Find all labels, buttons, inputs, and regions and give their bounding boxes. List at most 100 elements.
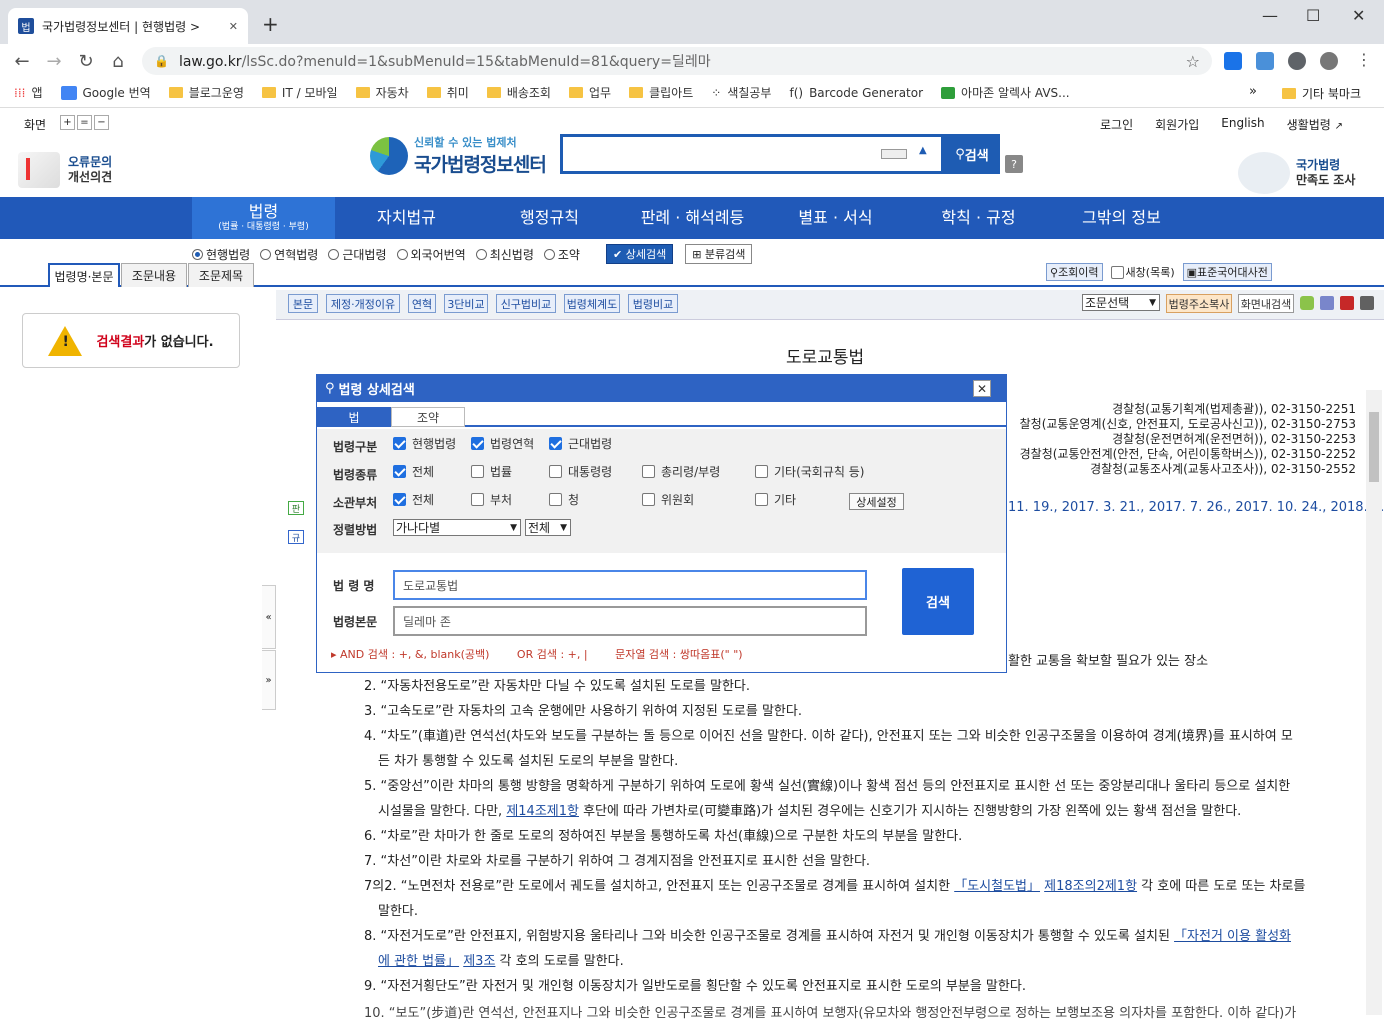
checkbox-law-history[interactable]: 법령연혁 xyxy=(471,435,534,452)
law-compare-button[interactable]: 법령비교 xyxy=(628,294,678,313)
article-18-2-link[interactable]: 제18조의2제1항 xyxy=(1044,879,1137,894)
sort-method-select[interactable]: 가나다별 ▼ xyxy=(393,519,521,536)
collapse-left-handle[interactable]: « xyxy=(262,585,276,649)
s-extension-icon[interactable] xyxy=(1256,52,1274,70)
profile-avatar[interactable] xyxy=(1320,52,1338,70)
checkbox-kind-ministerial[interactable]: 총리령/부령 xyxy=(642,463,720,480)
checkbox-current-law[interactable]: 현행법령 xyxy=(393,435,456,452)
amend-reason-button[interactable]: 제정·개정이유 xyxy=(326,294,400,313)
tab-article-content[interactable]: 조문내용 xyxy=(121,263,187,287)
tab-close-icon[interactable]: ✕ xyxy=(229,20,238,33)
category-search-button[interactable]: ⊞ 분류검색 xyxy=(685,244,753,264)
search-help-button[interactable]: ? xyxy=(1005,155,1023,173)
close-window-button[interactable]: ✕ xyxy=(1352,6,1365,25)
dropdown-up-icon[interactable]: ▲ xyxy=(919,145,927,156)
bookmark-google-translate[interactable]: Google 번역 xyxy=(60,84,151,101)
bookmark-folder[interactable]: 자동차 xyxy=(355,84,409,101)
law-structure-button[interactable]: 법령체계도 xyxy=(564,294,620,313)
forward-arrow-icon[interactable]: → xyxy=(38,51,70,72)
life-law-link[interactable]: 생활법령 ↗ xyxy=(1287,116,1343,133)
bookmark-folder[interactable]: 취미 xyxy=(426,84,469,101)
tab-treaty[interactable]: 조약 xyxy=(391,407,465,427)
checkbox-dept-ministry[interactable]: 부처 xyxy=(471,491,512,508)
checkbox-modern-law[interactable]: 근대법령 xyxy=(549,435,612,452)
other-bookmarks-folder[interactable]: 기타 북마크 xyxy=(1282,85,1361,102)
bookmark-alexa[interactable]: 아마존 알렉사 AVS... xyxy=(941,84,1070,101)
zoom-in-button[interactable]: + xyxy=(60,115,75,130)
home-icon[interactable]: ⌂ xyxy=(102,51,134,72)
menu-kebab-icon[interactable]: ⋮ xyxy=(1356,50,1372,69)
reload-icon[interactable]: ↻ xyxy=(70,51,102,72)
bookmark-folder[interactable]: 배송조회 xyxy=(486,84,551,101)
dialog-search-button[interactable]: 검색 xyxy=(902,568,974,635)
minimize-button[interactable]: — xyxy=(1262,6,1278,25)
nav-precedent[interactable]: 판례 · 해석례등 xyxy=(621,197,764,239)
checkbox-kind-presidential[interactable]: 대통령령 xyxy=(549,463,612,480)
signup-link[interactable]: 회원가입 xyxy=(1155,116,1199,133)
checkbox-dept-agency[interactable]: 청 xyxy=(549,491,579,508)
body-button[interactable]: 본문 xyxy=(288,294,318,313)
detail-search-button[interactable]: ✔ 상세검색 xyxy=(605,244,674,264)
bookmark-folder[interactable]: 클립아트 xyxy=(629,84,693,101)
urban-rail-law-link[interactable]: 「도시철도법」 xyxy=(954,879,1040,894)
sort-scope-select[interactable]: 전체 ▼ xyxy=(525,519,571,536)
history-button[interactable]: 연혁 xyxy=(408,294,436,313)
rule-badge[interactable]: 규 xyxy=(288,530,304,544)
download-extension-icon[interactable] xyxy=(1224,52,1242,70)
bike-law-link[interactable]: 에 관한 법률」 xyxy=(378,954,459,969)
tab-law[interactable]: 법 xyxy=(317,407,391,427)
english-link[interactable]: English xyxy=(1221,116,1264,133)
page-scrollbar[interactable] xyxy=(1366,390,1382,1015)
bookmarks-overflow-button[interactable]: » xyxy=(1249,84,1257,99)
bookmark-star-icon[interactable]: ☆ xyxy=(1186,52,1200,71)
bookmark-add-icon[interactable] xyxy=(1300,296,1314,310)
bookmark-apps[interactable]: ⁞⁞⁞ 앱 xyxy=(14,84,43,101)
bookmark-coloring[interactable]: ⁘ 색칠공부 xyxy=(711,84,771,101)
article-select[interactable]: 조문선택 ▼ xyxy=(1082,294,1160,311)
article-3-link[interactable]: 제3조 xyxy=(463,954,495,969)
old-new-compare-button[interactable]: 신구법비교 xyxy=(496,294,556,313)
print-icon[interactable] xyxy=(1360,296,1374,310)
radio-treaty[interactable]: 조약 xyxy=(543,246,580,263)
address-bar[interactable]: 🔒 law.go.kr/lsSc.do?menuId=1&subMenuId=1… xyxy=(142,47,1212,75)
new-tab-button[interactable]: + xyxy=(262,12,279,36)
radio-foreign-translation[interactable]: 외국어번역 xyxy=(396,246,466,263)
law-body-input[interactable]: 딜레마 존 xyxy=(393,606,867,636)
bike-law-link[interactable]: 「자전거 이용 활성화 xyxy=(1174,929,1291,944)
zoom-reset-button[interactable]: = xyxy=(77,115,92,130)
tab-article-title[interactable]: 조문제목 xyxy=(188,263,254,287)
detail-setting-button[interactable]: 상세설정 xyxy=(849,493,904,510)
law-name-input[interactable]: 도로교통법 xyxy=(393,570,867,600)
radio-history-law[interactable]: 연혁법령 xyxy=(260,246,318,263)
survey-banner[interactable]: 국가법령 만족도 조사 xyxy=(1238,152,1355,194)
bookmark-folder[interactable]: 업무 xyxy=(568,84,611,101)
feedback-banner[interactable]: 오류문의 개선의견 xyxy=(18,152,112,188)
checkbox-dept-all[interactable]: 전체 xyxy=(393,491,434,508)
tab-law-name-body[interactable]: 법령명·본문 xyxy=(48,263,120,287)
nav-local-law[interactable]: 자치법규 xyxy=(335,197,478,239)
nav-school-rule[interactable]: 학칙 · 규정 xyxy=(907,197,1050,239)
chinese-char-icon[interactable] xyxy=(1320,296,1334,310)
save-icon[interactable] xyxy=(1340,296,1354,310)
checkbox-dept-other[interactable]: 기타 xyxy=(755,491,796,508)
checkbox-kind-act[interactable]: 법률 xyxy=(471,463,512,480)
nav-other-info[interactable]: 그밖의 정보 xyxy=(1050,197,1193,239)
keyboard-icon[interactable] xyxy=(881,149,907,159)
new-window-checkbox[interactable]: 새창(목록) xyxy=(1110,264,1175,280)
dialog-close-button[interactable]: ✕ xyxy=(973,380,991,397)
zoom-out-button[interactable]: − xyxy=(94,115,109,130)
nav-admin-rule[interactable]: 행정규칙 xyxy=(478,197,621,239)
nav-law[interactable]: 법령 (법률 · 대통령령 · 부령) xyxy=(192,197,335,239)
site-logo[interactable]: 신뢰할 수 있는 법제처 국가법령정보센터 xyxy=(370,134,547,177)
login-link[interactable]: 로그인 xyxy=(1100,116,1133,133)
bookmark-folder[interactable]: 블로그운영 xyxy=(168,84,244,101)
checkbox-kind-all[interactable]: 전체 xyxy=(393,463,434,480)
main-search-input[interactable]: ▲ xyxy=(560,134,944,174)
three-way-compare-button[interactable]: 3단비교 xyxy=(444,294,488,313)
expand-right-handle[interactable]: » xyxy=(262,650,276,710)
maximize-button[interactable]: ☐ xyxy=(1306,6,1320,25)
dictionary-button[interactable]: ▣표준국어대사전 xyxy=(1182,263,1272,281)
main-search-button[interactable]: ⚲ 검색 xyxy=(944,134,1000,174)
browser-tab[interactable]: 법 국가법령정보센터 | 현행법령 > ✕ xyxy=(8,8,248,44)
radio-latest-law[interactable]: 최신법령 xyxy=(475,246,534,263)
